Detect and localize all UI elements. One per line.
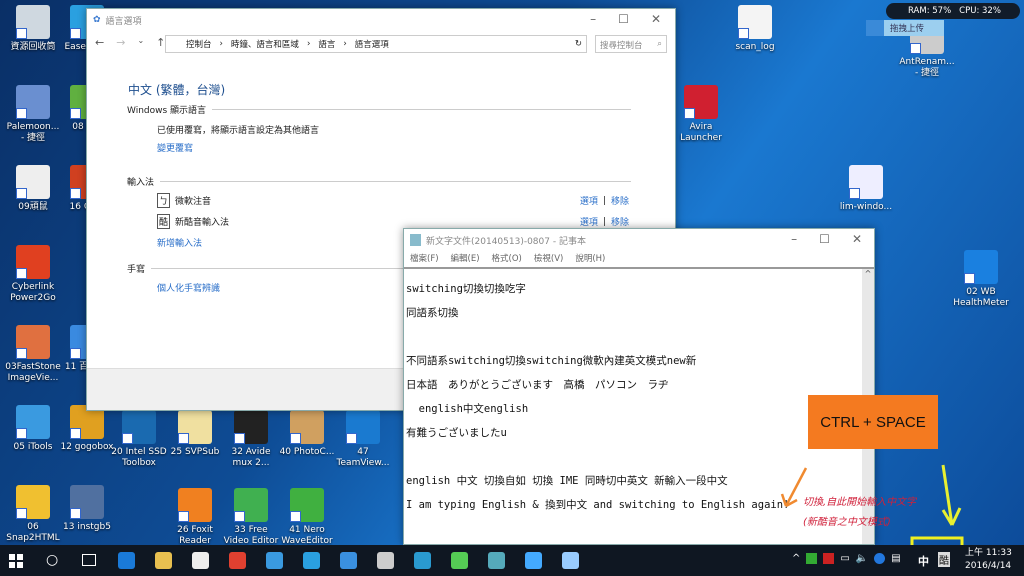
battery-icon[interactable]: ▭ bbox=[840, 553, 849, 564]
taskbar-app-icon[interactable] bbox=[377, 552, 394, 569]
avira-tray-icon[interactable] bbox=[823, 553, 835, 564]
network-icon[interactable] bbox=[874, 553, 886, 564]
yellow-arrow bbox=[941, 464, 962, 526]
ime-mode-indicator[interactable]: 中 bbox=[918, 553, 929, 569]
taskbar-app-icon[interactable] bbox=[155, 552, 172, 569]
taskbar-app-icon[interactable] bbox=[266, 552, 283, 569]
taskbar-app-icon[interactable] bbox=[229, 552, 246, 569]
clock[interactable]: 上午 11:33 2016/4/14 bbox=[965, 547, 1012, 573]
notification-icon[interactable]: ▤ bbox=[891, 553, 900, 564]
orange-arrow bbox=[780, 467, 808, 508]
taskbar-app-icon[interactable] bbox=[192, 552, 209, 569]
annotation-arrows bbox=[780, 464, 964, 574]
taskbar-app-icon[interactable] bbox=[118, 552, 135, 569]
chevron-up-icon[interactable]: ^ bbox=[792, 553, 800, 564]
taskbar-app-icon[interactable] bbox=[451, 552, 468, 569]
start-button[interactable] bbox=[9, 554, 23, 568]
taskbar-app-icon[interactable] bbox=[414, 552, 431, 569]
tray: ^ ▭ 🔈 ▤ bbox=[792, 553, 901, 564]
volume-icon[interactable]: 🔈 bbox=[856, 553, 868, 564]
taskbar-app-icon[interactable] bbox=[525, 552, 542, 569]
task-view-icon[interactable] bbox=[82, 554, 96, 566]
taskbar-app-icon[interactable] bbox=[562, 552, 579, 569]
chewing-ime-icon[interactable]: 酷 bbox=[938, 552, 950, 567]
search-icon[interactable]: ○ bbox=[46, 552, 58, 568]
taskbar: ○ ^ ▭ 🔈 ▤ 中 酷 上午 11:33 2016/4/14 bbox=[0, 545, 1024, 576]
taskbar-app-icon[interactable] bbox=[303, 552, 320, 569]
tray-app-icon[interactable] bbox=[806, 553, 818, 564]
taskbar-app-icon[interactable] bbox=[488, 552, 505, 569]
taskbar-app-icon[interactable] bbox=[340, 552, 357, 569]
